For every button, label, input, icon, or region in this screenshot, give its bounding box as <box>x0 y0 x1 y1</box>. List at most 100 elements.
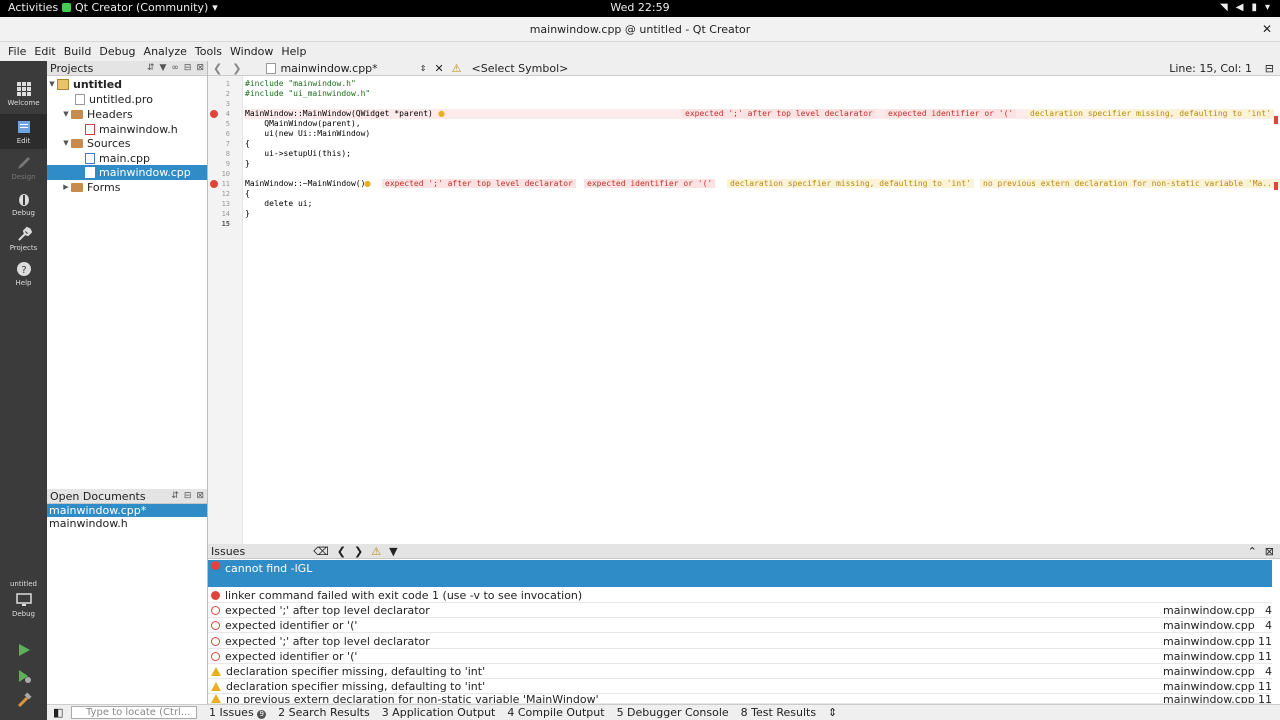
issue-row[interactable]: declaration specifier missing, defaultin… <box>208 664 1272 679</box>
close-panel-icon[interactable]: ⊠ <box>196 491 204 501</box>
menu-edit[interactable]: Edit <box>30 45 59 58</box>
clean-icon[interactable]: ⌫ <box>313 545 329 558</box>
output-tab-search[interactable]: 2 Search Results <box>278 706 370 719</box>
output-tab-compile[interactable]: 4 Compile Output <box>507 706 604 719</box>
open-documents-title[interactable]: Open Documents <box>50 490 146 503</box>
tree-item-sources[interactable]: ▼ Sources <box>47 136 207 151</box>
code-line: } <box>245 159 250 168</box>
symbol-selector[interactable]: <Select Symbol> <box>472 62 569 75</box>
split-icon[interactable]: ⊟ <box>184 63 192 73</box>
warning-filter-icon[interactable]: ⚠ <box>371 545 381 558</box>
tree-item-main-cpp[interactable]: main.cpp <box>47 151 207 166</box>
split-icon[interactable]: ⊟ <box>184 491 192 501</box>
volume-icon: ◀ <box>1235 2 1244 13</box>
issue-row[interactable]: expected ';' after top level declarator … <box>208 603 1272 618</box>
debug-run-button[interactable] <box>0 668 47 686</box>
tree-item-header-file[interactable]: mainwindow.h <box>47 122 207 137</box>
prev-icon[interactable]: ❮ <box>337 545 346 558</box>
menu-window[interactable]: Window <box>226 45 277 58</box>
issue-row[interactable]: expected ';' after top level declarator … <box>208 634 1272 649</box>
close-panel-icon[interactable]: ⊠ <box>196 63 204 73</box>
lightbulb-icon[interactable]: ● <box>364 179 371 188</box>
mode-help[interactable]: ? Help <box>0 261 47 287</box>
hammer-icon <box>17 692 32 708</box>
output-tab-tests[interactable]: 8 Test Results <box>741 706 816 719</box>
run-button[interactable] <box>0 642 47 660</box>
issue-row[interactable]: expected identifier or '(' mainwindow.cp… <box>208 618 1272 633</box>
issue-row[interactable]: cannot find -lGL <box>208 560 1272 587</box>
inline-warning[interactable]: declaration specifier missing, defaultin… <box>727 179 974 188</box>
inline-error[interactable]: expected identifier or '(' <box>584 179 716 188</box>
chevron-down-icon: ▾ <box>1264 2 1270 13</box>
system-tray[interactable]: ◥ ◀ ▮ ▾ <box>1220 2 1270 13</box>
menu-debug[interactable]: Debug <box>95 45 139 58</box>
back-icon[interactable]: ❮ <box>208 62 227 75</box>
error-icon <box>211 651 220 661</box>
locator-input[interactable]: Type to locate (Ctrl... <box>71 706 197 719</box>
inline-error[interactable]: expected identifier or '(' <box>885 109 1017 118</box>
file-selector[interactable]: mainwindow.cpp* ⇕ <box>266 62 426 75</box>
forward-icon[interactable]: ❯ <box>227 62 246 75</box>
close-document-icon[interactable]: ✕ <box>434 62 443 75</box>
maximize-icon[interactable]: ⌃ <box>1248 545 1257 558</box>
close-icon[interactable]: ✕ <box>1262 17 1272 42</box>
chevron-down-icon[interactable]: ▼ <box>61 136 71 151</box>
tree-item-forms[interactable]: ▶ Forms <box>47 180 207 195</box>
link-icon[interactable]: ∞ <box>171 63 179 73</box>
inline-warning[interactable]: no previous extern declaration for non-s… <box>980 179 1280 188</box>
issue-line: 11 <box>1258 649 1272 663</box>
mode-projects[interactable]: Projects <box>0 226 47 252</box>
next-icon[interactable]: ❯ <box>354 545 363 558</box>
tree-item-headers[interactable]: ▼ Headers <box>47 107 207 122</box>
open-document-item[interactable]: mainwindow.cpp* <box>47 504 207 517</box>
chevron-down-icon[interactable]: ▼ <box>47 77 57 92</box>
line-number: 12 <box>221 190 230 198</box>
output-tab-app-output[interactable]: 3 Application Output <box>382 706 496 719</box>
sort-icon[interactable]: ⇵ <box>147 63 155 73</box>
toggle-sidebar-icon[interactable]: ◧ <box>53 706 63 719</box>
chevron-updown-icon[interactable]: ⇕ <box>828 706 837 719</box>
issue-row[interactable]: no previous extern declaration for non-s… <box>208 694 1272 704</box>
kit-selector[interactable]: untitled Debug <box>0 580 47 618</box>
window-title: mainwindow.cpp @ untitled - Qt Creator <box>529 23 751 36</box>
code-editor[interactable]: 1 2 3 4 5 6 7 8 9 10 11 12 13 14 15 #inc… <box>208 76 1280 544</box>
build-button[interactable] <box>0 692 47 710</box>
mode-welcome[interactable]: Welcome <box>0 81 47 107</box>
open-document-item[interactable]: mainwindow.h <box>47 517 207 530</box>
projects-panel-title[interactable]: Projects <box>50 62 93 75</box>
split-icon[interactable]: ⊟ <box>1265 62 1274 75</box>
mode-design[interactable]: Design <box>0 155 47 181</box>
output-tab-debugger[interactable]: 5 Debugger Console <box>617 706 729 719</box>
close-panel-icon[interactable]: ⊠ <box>1265 545 1280 558</box>
lightbulb-icon[interactable]: ● <box>438 109 445 118</box>
tree-item-label: mainwindow.cpp <box>99 166 191 179</box>
mode-edit[interactable]: Edit <box>0 114 47 149</box>
error-icon <box>211 561 220 570</box>
menu-help[interactable]: Help <box>277 45 310 58</box>
tree-item-label: untitled <box>73 78 123 91</box>
mode-debug[interactable]: Debug <box>0 191 47 217</box>
inline-warning[interactable]: declaration specifier missing, defaultin… <box>1027 109 1274 118</box>
chevron-right-icon[interactable]: ▶ <box>61 180 71 195</box>
filter-icon[interactable]: ▼ <box>389 545 397 558</box>
inline-error[interactable]: expected ';' after top level declarator <box>682 109 876 118</box>
menu-build[interactable]: Build <box>60 45 96 58</box>
menu-analyze[interactable]: Analyze <box>140 45 191 58</box>
menu-tools[interactable]: Tools <box>191 45 226 58</box>
menu-file[interactable]: File <box>4 45 30 58</box>
inline-error[interactable]: expected ';' after top level declarator <box>382 179 576 188</box>
issue-row[interactable]: expected identifier or '(' mainwindow.cp… <box>208 649 1272 664</box>
activities-button[interactable]: Activities <box>8 1 58 14</box>
tree-item-pro-file[interactable]: untitled.pro <box>47 92 207 107</box>
issue-row[interactable]: linker command failed with exit code 1 (… <box>208 588 1272 603</box>
tree-item-project[interactable]: ▼ untitled <box>47 77 207 92</box>
error-icon <box>211 605 220 615</box>
filter-icon[interactable]: ▼ <box>159 63 166 73</box>
cursor-position[interactable]: Line: 15, Col: 1 <box>1169 62 1280 75</box>
app-menu[interactable]: Qt Creator (Community) ▾ <box>62 1 218 14</box>
output-tab-issues[interactable]: 1 Issues 9 <box>209 706 267 719</box>
issue-row[interactable]: declaration specifier missing, defaultin… <box>208 679 1272 694</box>
tree-item-mainwindow-cpp[interactable]: mainwindow.cpp <box>47 165 207 180</box>
chevron-down-icon[interactable]: ▼ <box>61 107 71 122</box>
sort-icon[interactable]: ⇵ <box>171 491 179 501</box>
